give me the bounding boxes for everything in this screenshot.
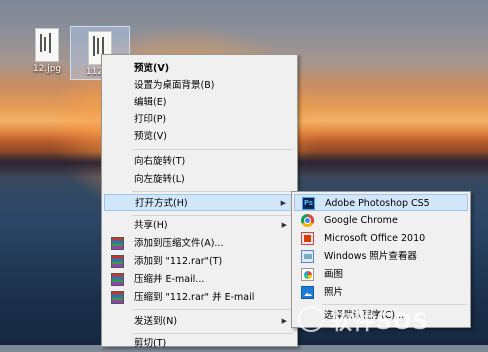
submenu-item-office[interactable]: Microsoft Office 2010 <box>294 230 468 247</box>
menu-item-compress-email[interactable]: 压缩并 E-mail... <box>104 271 295 288</box>
menu-item-open-with[interactable]: 打开方式(H) ▶ <box>104 194 295 211</box>
menu-item-preview[interactable]: 预览(V) <box>104 128 295 145</box>
menu-item-add-to-112-rar[interactable]: 添加到 "112.rar"(T) <box>104 253 295 270</box>
menu-item-print[interactable]: 打印(P) <box>104 111 295 128</box>
submenu-item-chrome[interactable]: Google Chrome <box>294 212 468 229</box>
menu-separator <box>132 309 293 310</box>
menu-separator <box>132 215 293 216</box>
submenu-arrow-icon: ▶ <box>281 317 287 325</box>
menu-item-rotate-right[interactable]: 向右旋转(T) <box>104 153 295 170</box>
winrar-icon <box>111 237 124 250</box>
chrome-icon <box>301 214 314 227</box>
menu-item-preview-bold[interactable]: 预览(V) <box>104 60 295 77</box>
menu-item-share[interactable]: 共享(H) ▶ <box>104 217 295 234</box>
watermark: 软件SOS <box>298 302 483 336</box>
office-icon <box>301 232 314 245</box>
menu-item-add-to-archive[interactable]: 添加到压缩文件(A)... <box>104 235 295 252</box>
submenu-item-paint[interactable]: 画图 <box>294 266 468 283</box>
menu-separator <box>132 333 293 334</box>
desktop-icon-12-jpg[interactable]: 12.jpg <box>18 24 76 74</box>
watermark-text: 软件SOS <box>330 310 430 335</box>
submenu-item-photoshop[interactable]: Ps Adobe Photoshop CS5 <box>294 194 468 211</box>
photoshop-icon: Ps <box>302 197 315 210</box>
watermark-logo-icon <box>298 306 324 332</box>
submenu-arrow-icon: ▶ <box>281 221 287 229</box>
submenu-item-photo-viewer[interactable]: Windows 照片查看器 <box>294 248 468 265</box>
menu-separator <box>132 191 293 192</box>
photos-icon <box>301 286 314 299</box>
desktop-icon-label: 12.jpg <box>32 64 62 74</box>
winrar-icon <box>111 273 124 286</box>
paint-icon <box>301 268 314 281</box>
context-menu: 预览(V) 设置为桌面背景(B) 编辑(E) 打印(P) 预览(V) 向右旋转(… <box>101 54 298 349</box>
winrar-icon <box>111 291 124 304</box>
submenu-arrow-icon: ▶ <box>280 199 286 207</box>
menu-item-compress-112-rar-email[interactable]: 压缩到 "112.rar" 并 E-mail <box>104 289 295 306</box>
image-thumbnail-icon <box>35 28 59 62</box>
menu-item-cut[interactable]: 剪切(T) <box>104 335 295 352</box>
menu-item-set-desktop-background[interactable]: 设置为桌面背景(B) <box>104 77 295 94</box>
menu-item-edit[interactable]: 编辑(E) <box>104 94 295 111</box>
photo-viewer-icon <box>301 250 314 263</box>
menu-item-send-to[interactable]: 发送到(N) ▶ <box>104 313 295 330</box>
submenu-item-photos[interactable]: 照片 <box>294 284 468 301</box>
menu-item-rotate-left[interactable]: 向左旋转(L) <box>104 171 295 188</box>
winrar-icon <box>111 255 124 268</box>
menu-separator <box>132 149 293 150</box>
